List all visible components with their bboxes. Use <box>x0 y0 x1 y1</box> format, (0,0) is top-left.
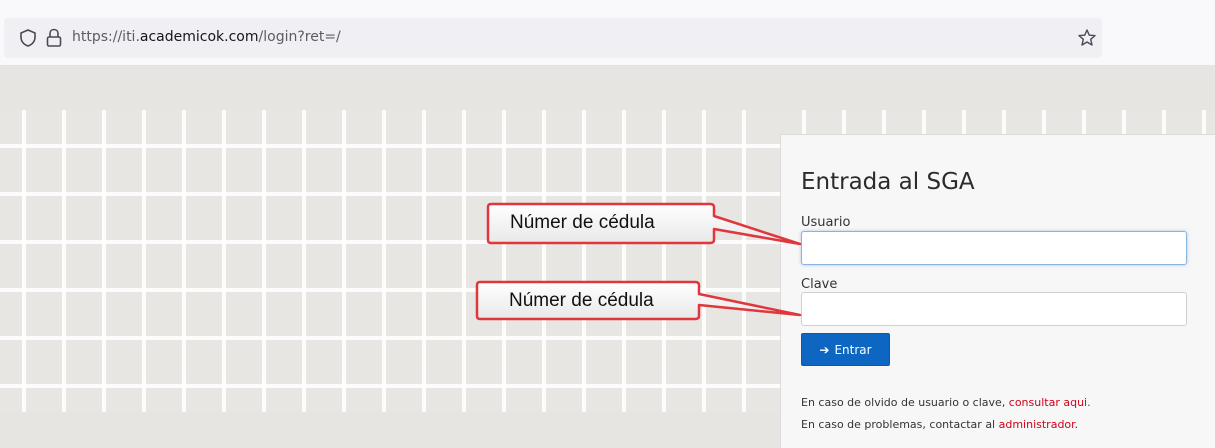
username-input[interactable] <box>801 231 1187 265</box>
callout-password-text: Númer de cédula <box>509 290 654 311</box>
page-bottom-band <box>0 412 780 448</box>
url-text[interactable]: https://iti.academicok.com/login?ret=/ <box>72 29 341 45</box>
forgot-credentials-prefix: En caso de olvido de usuario o clave, <box>801 396 1009 409</box>
background-pattern-top <box>780 110 1215 134</box>
contact-admin-link[interactable]: administrador <box>999 418 1075 431</box>
login-title: Entrada al SGA <box>801 169 975 195</box>
star-icon[interactable] <box>1077 28 1097 48</box>
forgot-credentials-link[interactable]: consultar aqui. <box>1009 396 1091 409</box>
callout-username-text: Númer de cédula <box>510 212 655 233</box>
password-input[interactable] <box>801 292 1187 326</box>
browser-toolbar: https://iti.academicok.com/login?ret=/ <box>0 0 1215 66</box>
arrow-right-icon: ➔ <box>819 342 830 357</box>
login-button-label: Entrar <box>834 342 872 357</box>
password-label: Clave <box>801 277 838 292</box>
url-path: /login?ret=/ <box>258 29 341 45</box>
shield-icon[interactable] <box>18 28 38 48</box>
forgot-credentials-text: En caso de olvido de usuario o clave, co… <box>801 396 1091 409</box>
url-prefix: https://iti. <box>72 29 140 45</box>
lock-icon[interactable] <box>44 27 64 49</box>
page-header-band <box>0 66 1215 110</box>
contact-admin-prefix: En caso de problemas, contactar al <box>801 418 999 431</box>
url-domain: academicok.com <box>139 29 259 45</box>
background-pattern <box>0 110 780 412</box>
contact-admin-suffix: . <box>1074 418 1079 431</box>
login-panel: Entrada al SGA Usuario Clave ➔ Entrar En… <box>780 134 1215 448</box>
username-label: Usuario <box>801 215 851 230</box>
contact-admin-text: En caso de problemas, contactar al admin… <box>801 418 1078 431</box>
address-bar[interactable]: https://iti.academicok.com/login?ret=/ <box>4 18 1102 58</box>
login-button[interactable]: ➔ Entrar <box>801 333 890 366</box>
